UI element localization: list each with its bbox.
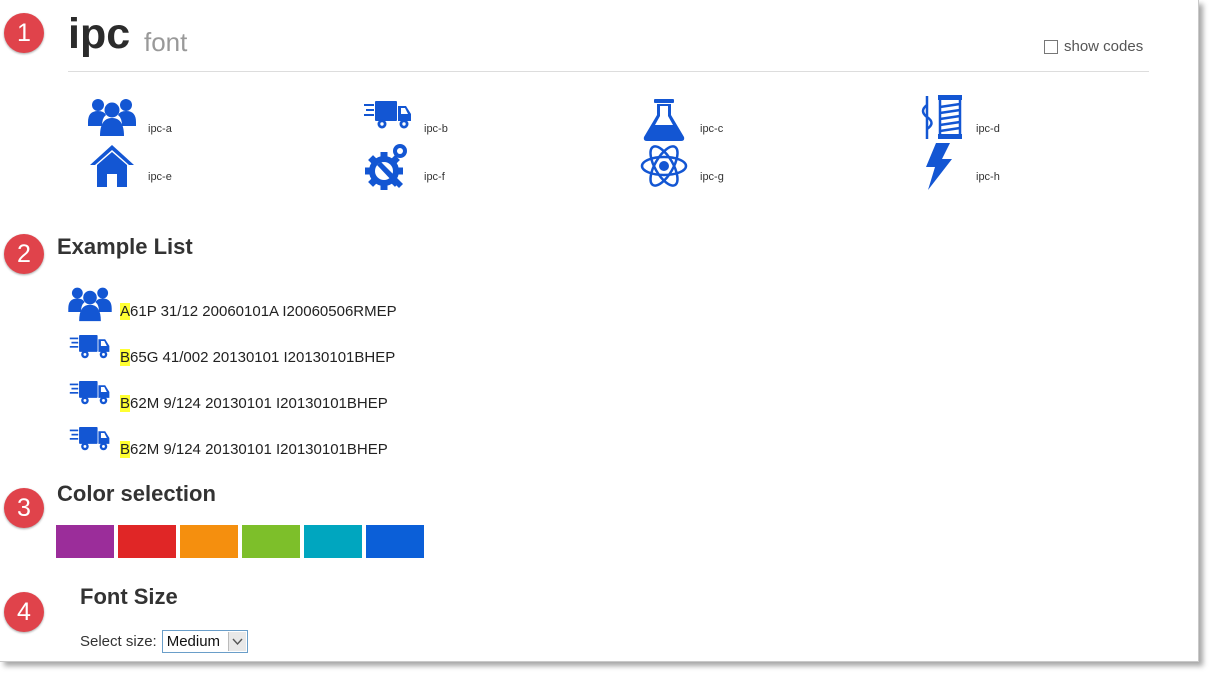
thread-needle-icon (921, 95, 962, 139)
color-swatch-blue[interactable] (366, 525, 424, 558)
gear-wrench-icon (365, 144, 407, 190)
step-marker-4: 4 (4, 592, 44, 632)
classification-code: 62M 9/124 20130101 I20130101BHEP (130, 395, 388, 412)
list-item-text: B62M 9/124 20130101 I20130101BHEP (120, 395, 388, 412)
list-item-text: B62M 9/124 20130101 I20130101BHEP (120, 441, 388, 458)
icon-cell-ipc-g[interactable]: ipc-g (640, 141, 840, 191)
class-highlight: B (120, 349, 131, 366)
class-highlight: A (120, 303, 131, 320)
truck-icon (69, 381, 110, 405)
icon-cell-ipc-d[interactable]: ipc-d (916, 93, 1116, 143)
select-size-label: Select size: (80, 633, 157, 650)
class-highlight: B (120, 395, 131, 412)
font-size-control: Select size: Medium (80, 630, 248, 653)
house-icon (90, 145, 134, 187)
color-swatch-orange[interactable] (180, 525, 238, 558)
show-codes-toggle[interactable]: show codes (1044, 38, 1143, 55)
chevron-down-icon[interactable] (227, 632, 246, 651)
list-item[interactable]: B62M 9/124 20130101 I20130101BHEP (66, 376, 486, 412)
icon-label: ipc-h (976, 171, 1000, 183)
list-item[interactable]: B62M 9/124 20130101 I20130101BHEP (66, 422, 486, 458)
header-divider (68, 71, 1149, 72)
list-item[interactable]: B65G 41/002 20130101 I20130101BHEP (66, 330, 486, 366)
icon-label: ipc-g (700, 171, 724, 183)
icon-cell-ipc-a[interactable]: ipc-a (88, 95, 288, 145)
icon-cell-ipc-e[interactable]: ipc-e (88, 143, 288, 193)
page-title: ipc (68, 10, 131, 58)
step-marker-2: 2 (4, 234, 44, 274)
icon-label: ipc-f (424, 171, 445, 183)
example-list-heading: Example List (57, 234, 193, 259)
flask-icon (643, 99, 685, 141)
icon-cell-ipc-f[interactable]: ipc-f (364, 141, 564, 191)
color-swatch-purple[interactable] (56, 525, 114, 558)
list-item[interactable]: A61P 31/12 20060101A I20060506RMEP (66, 284, 486, 322)
icon-cell-ipc-b[interactable]: ipc-b (364, 95, 564, 145)
icon-label: ipc-b (424, 123, 448, 135)
classification-code: 62M 9/124 20130101 I20130101BHEP (130, 441, 388, 458)
truck-icon (364, 101, 411, 129)
color-swatch-teal[interactable] (304, 525, 362, 558)
font-size-heading: Font Size (80, 584, 178, 609)
truck-icon (69, 427, 110, 451)
list-item-text: A61P 31/12 20060101A I20060506RMEP (120, 303, 397, 320)
atom-icon (640, 145, 688, 187)
font-size-select[interactable]: Medium (161, 630, 248, 653)
icon-label: ipc-a (148, 123, 172, 135)
classification-code: 61P 31/12 20060101A I20060506RMEP (130, 303, 397, 320)
color-selection-heading: Color selection (57, 481, 216, 506)
icon-cell-ipc-c[interactable]: ipc-c (640, 95, 840, 145)
icon-label: ipc-e (148, 171, 172, 183)
show-codes-checkbox[interactable] (1044, 39, 1058, 54)
color-swatch-red[interactable] (118, 525, 176, 558)
icon-label: ipc-c (700, 123, 724, 135)
users-icon (68, 287, 112, 322)
show-codes-label: show codes (1064, 38, 1144, 55)
lightning-icon (926, 143, 952, 190)
class-highlight: B (120, 441, 131, 458)
users-icon (88, 99, 136, 136)
step-marker-3: 3 (4, 488, 44, 528)
color-swatch-green[interactable] (242, 525, 300, 558)
truck-icon (69, 335, 110, 359)
icon-cell-ipc-h[interactable]: ipc-h (916, 141, 1116, 191)
page-subtitle: font (144, 27, 188, 57)
step-marker-1: 1 (4, 13, 44, 53)
list-item-text: B65G 41/002 20130101 I20130101BHEP (120, 349, 395, 366)
classification-code: 65G 41/002 20130101 I20130101BHEP (130, 349, 396, 366)
icon-label: ipc-d (976, 123, 1000, 135)
font-size-selected-value: Medium (166, 633, 221, 650)
